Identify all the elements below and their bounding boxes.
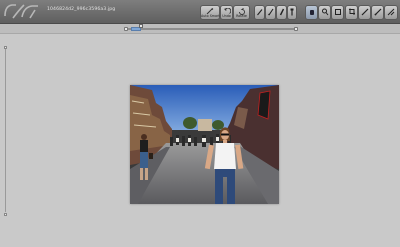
zoom-icon xyxy=(321,8,328,16)
photo-tree-left xyxy=(183,117,197,129)
pencil-alt-icon xyxy=(267,8,273,16)
undo-label: Undo xyxy=(222,14,231,18)
fullscreen-view-button[interactable] xyxy=(331,5,344,20)
edit-more-icon xyxy=(387,8,395,16)
app-logo xyxy=(4,4,38,19)
brush-icon xyxy=(279,8,284,16)
zoom-in-handle[interactable] xyxy=(294,27,298,31)
auto-smart-label: Auto Smart xyxy=(201,14,220,18)
zoom-strip xyxy=(0,24,400,34)
crop-icon xyxy=(348,8,355,15)
eyedropper-tool-button[interactable] xyxy=(287,5,297,20)
file-name: 1046824d2_996c3596a3.jpg xyxy=(47,7,116,12)
pencil-icon xyxy=(256,9,262,16)
edit-more-button[interactable] xyxy=(384,5,398,20)
zoom-out-handle[interactable] xyxy=(124,27,128,31)
fullscreen-icon xyxy=(334,9,341,15)
crop-button[interactable] xyxy=(345,5,358,20)
auto-smart-button[interactable]: Auto Smart xyxy=(200,5,220,20)
pencil-alt-tool-button[interactable] xyxy=(265,5,276,20)
top-toolbar: 1046824d2_996c3596a3.jpg Auto Smart Undo… xyxy=(0,0,400,24)
zoom-slider-track[interactable] xyxy=(127,28,297,30)
zoom-slider-thumb[interactable] xyxy=(139,24,143,28)
photo-right-sign xyxy=(257,90,271,120)
hand-view-button[interactable] xyxy=(305,5,318,20)
vertical-scale-line xyxy=(5,49,6,212)
edit-alt-button[interactable] xyxy=(371,5,384,20)
rotate-label: Rotate xyxy=(236,14,247,18)
brush-tool-button[interactable] xyxy=(276,5,287,20)
zoom-view-button[interactable] xyxy=(318,5,331,20)
rotate-button[interactable]: Rotate xyxy=(233,5,250,20)
vertical-scale-bottom-cap[interactable] xyxy=(4,213,7,216)
edit-alt-icon xyxy=(374,8,381,16)
photo-distant-building xyxy=(198,119,212,131)
pencil-tool-button[interactable] xyxy=(254,5,265,20)
hand-icon xyxy=(309,10,314,15)
edit-button[interactable] xyxy=(358,5,371,20)
photo-preview[interactable] xyxy=(130,85,279,204)
photo-tree-right xyxy=(212,120,224,130)
undo-button[interactable]: Undo xyxy=(220,5,233,20)
eyedropper-icon xyxy=(290,8,294,16)
edit-icon xyxy=(361,8,368,16)
vertical-zoom-scale[interactable] xyxy=(4,46,8,216)
